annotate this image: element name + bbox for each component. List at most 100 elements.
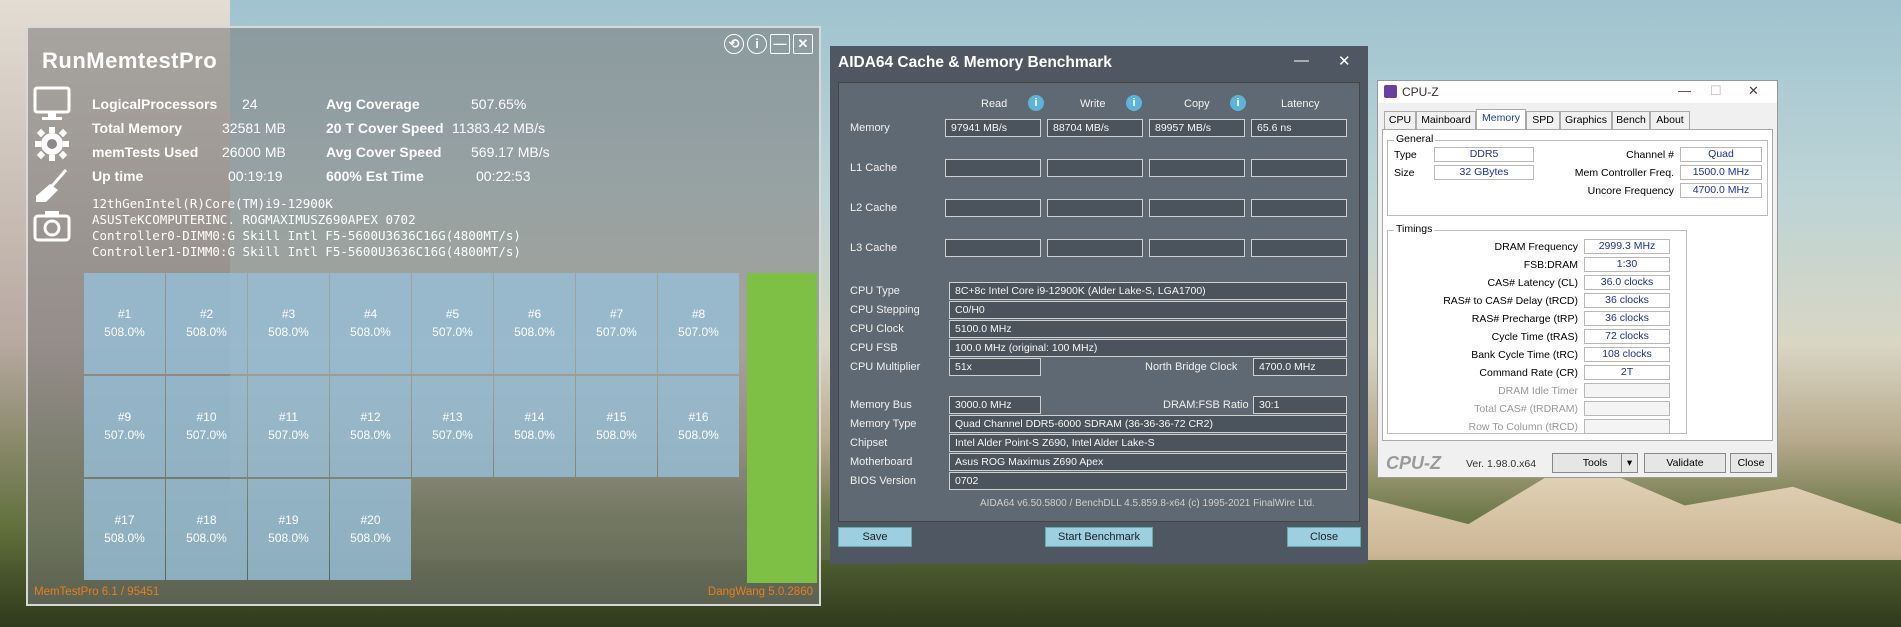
- close-button[interactable]: Close: [1730, 453, 1772, 473]
- timing-label: DRAM Frequency: [1494, 241, 1578, 253]
- minimize-button[interactable]: —: [1678, 83, 1691, 98]
- camera-icon[interactable]: [32, 208, 72, 244]
- thread-id: #8: [691, 307, 706, 321]
- window-controls: ⟲ i — ✕: [724, 34, 813, 54]
- mcf-label: Mem Controller Freq.: [1574, 167, 1674, 179]
- thread-grid: #1 508.0% #2 508.0% #3 508.0% #4 508.0% #5 507.0%…: [84, 273, 744, 583]
- group-title: Timings: [1394, 223, 1435, 235]
- tab-bench[interactable]: Bench: [1612, 111, 1650, 129]
- timing-value: 36.0 clocks: [1584, 275, 1670, 290]
- type-label: Type: [1394, 149, 1417, 161]
- history-icon[interactable]: ⟲: [724, 34, 744, 54]
- close-button[interactable]: ✕: [793, 34, 813, 54]
- cpu-type-label: CPU Type: [850, 285, 900, 297]
- system-info: 12thGenIntel(R)Core(TM)i9-12900K ASUSTeK…: [92, 196, 521, 260]
- thread-id: #16: [688, 410, 709, 424]
- stat-avg-coverage: Avg Coverage 507.65%: [326, 96, 527, 112]
- tab-spd[interactable]: SPD: [1526, 111, 1560, 129]
- thread-id: #15: [606, 410, 627, 424]
- monitor-icon[interactable]: [32, 86, 72, 122]
- thread-cell: #14 508.0%: [494, 376, 575, 477]
- column-copy: Copy: [1184, 98, 1210, 110]
- benchmark-value: [1149, 199, 1245, 217]
- thread-id: #20: [360, 513, 381, 527]
- gear-icon[interactable]: [32, 126, 72, 162]
- benchmark-value: [1251, 159, 1347, 177]
- cpuz-brand: CPU-Z: [1386, 453, 1441, 473]
- thread-coverage: 508.0%: [350, 325, 391, 339]
- thread-coverage: 507.0%: [186, 428, 227, 442]
- cpu-stepping-value: C0/H0: [949, 301, 1347, 319]
- benchmark-value: [1047, 239, 1143, 257]
- tab-cpu[interactable]: CPU: [1384, 111, 1416, 129]
- thread-cell: #7 507.0%: [576, 273, 657, 374]
- group-title: General: [1394, 133, 1436, 145]
- cpu-multiplier-value: 51x: [949, 358, 1041, 376]
- minimize-button[interactable]: —: [1294, 52, 1309, 69]
- timing-value: 1:30: [1584, 257, 1670, 272]
- status-bar: MemTestPro 6.1 / 95451 DangWang 5.0.2860: [34, 586, 813, 598]
- cpuz-window[interactable]: CPU-Z — ☐ ✕ CPU Mainboard Memory SPD Gra…: [1377, 80, 1778, 478]
- thread-cell: #19 508.0%: [248, 479, 329, 580]
- close-icon[interactable]: ✕: [1748, 83, 1759, 99]
- tools-button[interactable]: Tools ▾: [1552, 453, 1638, 473]
- timing-value: [1584, 401, 1670, 416]
- stat-up-time: Up time 00:19:19: [92, 168, 283, 184]
- aida64-window[interactable]: AIDA64 Cache & Memory Benchmark — ✕ Read…: [830, 46, 1368, 564]
- maximize-button[interactable]: ☐: [1710, 83, 1722, 99]
- validate-button[interactable]: Validate: [1644, 453, 1726, 473]
- thread-coverage: 508.0%: [514, 428, 555, 442]
- thread-coverage: 507.0%: [268, 428, 309, 442]
- bottom-bar: CPU-Z Ver. 1.98.0.x64 Tools ▾ Validate Cl…: [1378, 449, 1777, 477]
- tab-graphics[interactable]: Graphics: [1560, 111, 1612, 129]
- motherboard-label: Motherboard: [850, 456, 913, 468]
- thread-cell: #2 508.0%: [166, 273, 247, 374]
- thread-cell: #6 508.0%: [494, 273, 575, 374]
- timing-value: 36 clocks: [1584, 311, 1670, 326]
- thread-cell: #9 507.0%: [84, 376, 165, 477]
- nb-clock-label: North Bridge Clock: [1145, 361, 1238, 373]
- stat-cover-speed-20t: 20 T Cover Speed 11383.42 MB/s: [326, 120, 546, 136]
- close-button[interactable]: Close: [1287, 527, 1361, 547]
- thread-id: #4: [363, 307, 378, 321]
- thread-id: #1: [117, 307, 132, 321]
- info-icon[interactable]: i: [1028, 95, 1044, 111]
- thread-cell: #4 508.0%: [330, 273, 411, 374]
- thread-cell: #18 508.0%: [166, 479, 247, 580]
- thread-coverage: 508.0%: [514, 325, 555, 339]
- cpu-clock-label: CPU Clock: [850, 323, 904, 335]
- minimize-button[interactable]: —: [770, 34, 790, 54]
- thread-cell: #20 508.0%: [330, 479, 411, 580]
- version-label: Ver. 1.98.0.x64: [1466, 458, 1537, 470]
- cpu-fsb-label: CPU FSB: [850, 342, 898, 354]
- timing-label: RAS# to CAS# Delay (tRCD): [1443, 295, 1578, 307]
- benchmark-value: [1149, 239, 1245, 257]
- window-title: CPU-Z: [1402, 85, 1439, 99]
- dropdown-arrow-icon[interactable]: ▾: [1621, 454, 1637, 472]
- uncore-label: Uncore Frequency: [1587, 185, 1674, 197]
- benchmark-value: [945, 199, 1041, 217]
- tab-memory[interactable]: Memory: [1476, 109, 1526, 130]
- info-icon[interactable]: i: [747, 34, 767, 54]
- tab-mainboard[interactable]: Mainboard: [1416, 111, 1476, 129]
- tab-about[interactable]: About: [1650, 111, 1690, 129]
- start-benchmark-button[interactable]: Start Benchmark: [1045, 527, 1153, 547]
- dimm-1: Controller1-DIMM0:G Skill Intl F5-5600U3…: [92, 244, 521, 259]
- cpu-name: 12thGenIntel(R)Core(TM)i9-12900K: [92, 196, 333, 211]
- dram-fsb-ratio-label: DRAM:FSB Ratio: [1163, 399, 1249, 411]
- author-label: DangWang 5.0.2860: [707, 586, 813, 598]
- dimm-0: Controller0-DIMM0:G Skill Intl F5-5600U3…: [92, 228, 521, 243]
- memtestpro-window[interactable]: RunMemtestPro ⟲ i — ✕ LogicalProcessors 2…: [26, 26, 821, 606]
- benchmark-value: [945, 239, 1041, 257]
- timing-label: Row To Column (tRCD): [1468, 421, 1579, 433]
- save-button[interactable]: Save: [838, 527, 912, 547]
- thread-coverage: 507.0%: [596, 325, 637, 339]
- broom-icon[interactable]: [32, 168, 72, 204]
- info-icon[interactable]: i: [1126, 95, 1142, 111]
- timing-label: Command Rate (CR): [1479, 367, 1578, 379]
- app-title: RunMemtestPro: [42, 48, 218, 73]
- close-icon[interactable]: ✕: [1338, 52, 1351, 70]
- stat-total-memory: Total Memory 32581 MB: [92, 120, 286, 136]
- window-title: AIDA64 Cache & Memory Benchmark: [838, 54, 1112, 71]
- info-icon[interactable]: i: [1230, 95, 1246, 111]
